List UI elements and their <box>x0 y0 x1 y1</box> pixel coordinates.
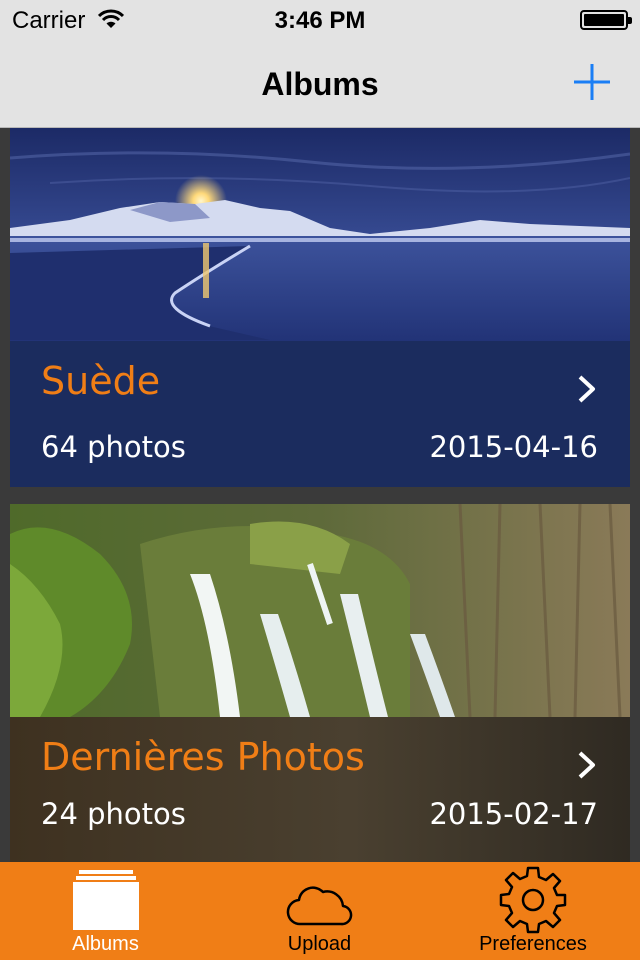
albums-stack-icon <box>73 870 139 930</box>
tab-label: Preferences <box>479 933 587 955</box>
cloud-icon <box>286 886 352 926</box>
chevron-right-icon <box>578 375 595 403</box>
navigation-bar: Albums <box>0 40 640 128</box>
album-list[interactable]: Suède 64 photos 2015-04-16 Dernières Pho… <box>0 128 640 862</box>
album-info-panel: Suède 64 photos 2015-04-16 <box>10 341 630 487</box>
album-date: 2015-04-16 <box>429 430 598 464</box>
gear-icon <box>499 866 567 934</box>
tab-bar: Albums Upload Preferences <box>0 862 640 960</box>
album-date: 2015-02-17 <box>429 797 598 831</box>
album-title: Dernières Photos <box>41 735 365 779</box>
album-card-suede[interactable]: Suède 64 photos 2015-04-16 <box>10 128 630 487</box>
album-info-panel: Dernières Photos 24 photos 2015-02-17 <box>10 717 630 862</box>
album-card-dernieres-photos[interactable]: Dernières Photos 24 photos 2015-02-17 <box>10 504 630 862</box>
status-bar: Carrier 3:46 PM <box>0 0 640 40</box>
album-photo-count: 24 photos <box>41 797 186 831</box>
tab-upload[interactable]: Upload <box>213 862 426 960</box>
add-album-button[interactable] <box>572 62 612 102</box>
page-title: Albums <box>261 66 379 102</box>
album-cover-photo <box>10 504 630 717</box>
album-cover-photo <box>10 128 630 341</box>
album-title: Suède <box>41 359 161 403</box>
tab-label: Upload <box>287 933 352 955</box>
chevron-right-icon <box>578 751 595 779</box>
tab-preferences[interactable]: Preferences <box>426 862 640 960</box>
tab-label: Albums <box>72 933 139 955</box>
plus-icon <box>574 64 610 100</box>
tab-albums[interactable]: Albums <box>0 862 213 960</box>
battery-full-icon <box>580 10 632 30</box>
status-time: 3:46 PM <box>274 7 366 34</box>
album-photo-count: 64 photos <box>41 430 186 464</box>
